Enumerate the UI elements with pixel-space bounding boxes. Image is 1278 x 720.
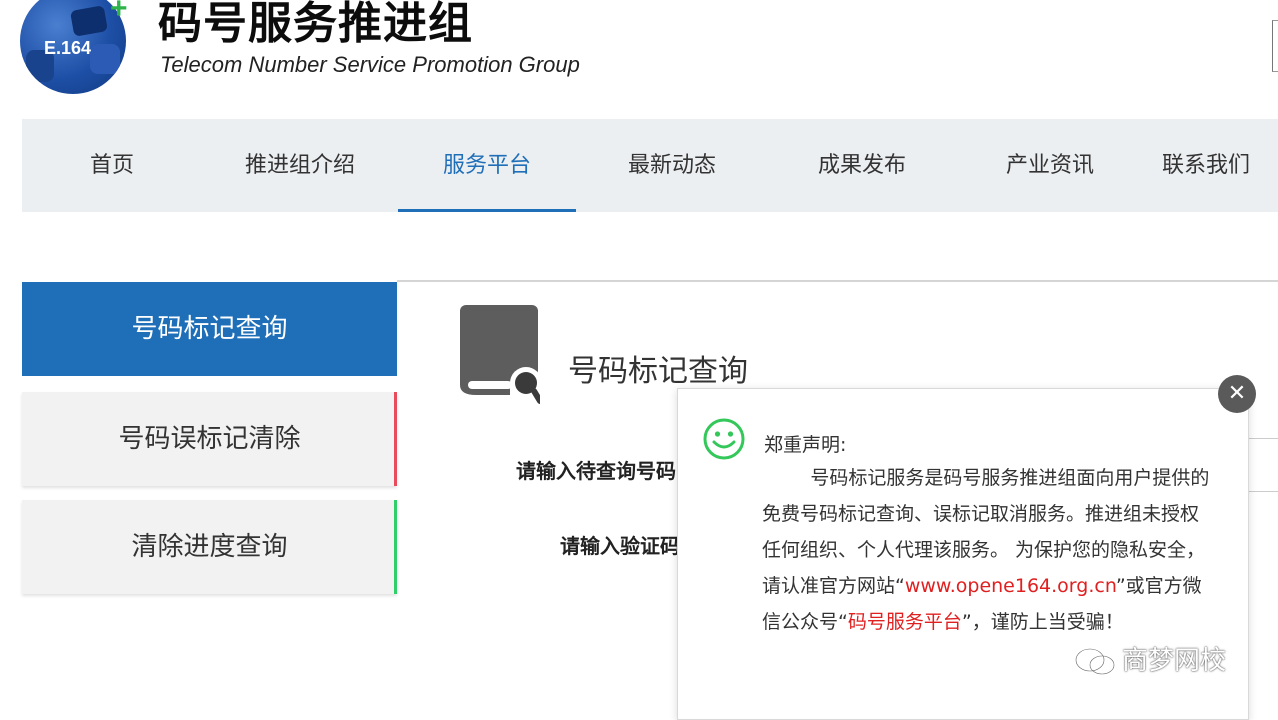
accent-bar: [394, 392, 397, 486]
number-input-label: 请输入待查询号码: [516, 459, 676, 483]
content-divider: [397, 280, 1278, 282]
nav-item-service-platform[interactable]: 服务平台: [398, 119, 576, 212]
official-wechat-name: 码号服务平台: [847, 611, 962, 633]
sidebar-item-number-mark-query[interactable]: 号码标记查询: [22, 282, 397, 376]
notice-body-text: ”，谨防上当受骗！: [961, 611, 1124, 633]
wechat-icon: [1074, 647, 1116, 675]
accent-bar: [394, 500, 397, 594]
sidebar-item-mismark-clear[interactable]: 号码误标记清除: [22, 392, 397, 486]
sidebar-item-label: 号码标记查询: [131, 314, 288, 344]
search-input[interactable]: [1272, 20, 1278, 72]
logo-puzzle-piece: [90, 44, 120, 74]
nav-item-about[interactable]: 推进组介绍: [220, 119, 380, 212]
watermark-text: 商梦网校: [1122, 646, 1227, 676]
sidebar-item-label: 号码误标记清除: [118, 424, 301, 454]
nav-item-contact[interactable]: 联系我们: [1162, 119, 1278, 212]
page-title: 号码标记查询: [568, 354, 748, 389]
official-website-link[interactable]: www.opene164.org.cn: [905, 575, 1116, 597]
logo-text: E.164: [44, 38, 92, 58]
active-tab-indicator: [398, 209, 576, 212]
plus-icon: +: [110, 0, 128, 25]
nav-item-home[interactable]: 首页: [42, 119, 182, 212]
logo-puzzle-piece: [70, 5, 108, 37]
main-nav: 首页 推进组介绍 服务平台 最新动态 成果发布 产业资讯 联系我们: [22, 119, 1278, 212]
site-subtitle: Telecom Number Service Promotion Group: [160, 52, 580, 77]
close-icon[interactable]: ✕: [1218, 375, 1256, 413]
notice-heading: 郑重声明:: [764, 434, 847, 456]
smile-icon: [703, 418, 745, 460]
nav-item-industry[interactable]: 产业资讯: [970, 119, 1130, 212]
book-search-icon: [460, 305, 540, 404]
watermark: 商梦网校: [1074, 640, 1226, 677]
notice-body: 号码标记服务是码号服务推进组面向用户提供的免费号码标记查询、误标记取消服务。推进…: [762, 460, 1217, 640]
nav-item-results[interactable]: 成果发布: [782, 119, 942, 212]
sidebar-item-label: 清除进度查询: [131, 532, 288, 562]
captcha-input-label: 请输入验证码: [560, 534, 680, 558]
nav-item-news[interactable]: 最新动态: [592, 119, 752, 212]
site-title: 码号服务推进组: [158, 0, 473, 49]
sidebar-item-clear-progress[interactable]: 清除进度查询: [22, 500, 397, 594]
